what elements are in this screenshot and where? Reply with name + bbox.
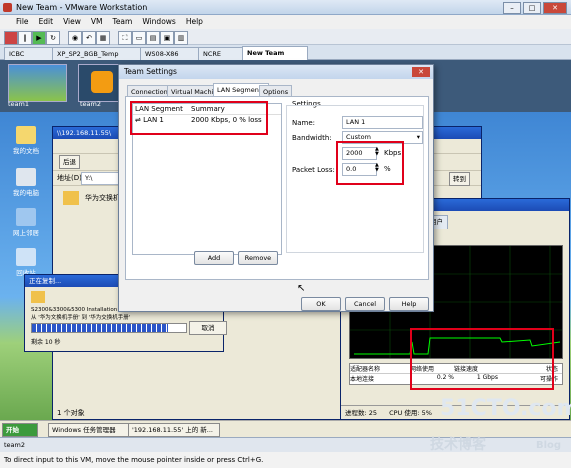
vm-tab-bar: ICBC XP_SP2_BGB_Temp WS08-X86 NCRE New T… [0,45,571,61]
highlight-segment-list [130,101,268,135]
power-on-icon[interactable]: ▶ [32,31,46,45]
explorer-status: 1 个对象 [57,409,85,417]
appliance-view-icon[interactable]: ▥ [174,31,188,45]
taskbar-item-taskmgr[interactable]: Windows 任务管理器 [48,423,132,437]
copy-animation-icon [31,291,45,303]
desktop-icon-recycle-bin[interactable]: 回收站 [2,248,50,277]
revert-icon[interactable]: ↶ [82,31,96,45]
console-view-icon[interactable]: ▣ [160,31,174,45]
packet-loss-label: Packet Loss: [292,166,335,174]
tab-new-team[interactable]: New Team [242,46,308,61]
vmware-logo [91,71,113,93]
help-button[interactable]: Help [389,297,429,311]
power-off-icon[interactable] [4,31,18,45]
team-settings-dialog: Team Settings ✕ Connections Virtual Mach… [118,64,434,312]
watermark-brand: 51CTO.com [440,396,571,421]
desktop-icon-my-documents[interactable]: 我的文档 [2,126,50,155]
tab-ws08[interactable]: WS08-X86 [140,47,206,61]
cpu-usage: CPU 使用: 5% [389,409,432,417]
menu-vm[interactable]: VM [91,15,103,29]
watermark-blog: 技术博客 [430,437,486,453]
thumb-label-team1: team1 [8,100,29,108]
vm-thumbnail-team1[interactable] [8,64,67,102]
input-hint: To direct input to this VM, move the mou… [0,452,571,468]
start-button[interactable]: 开始 [2,423,38,437]
menu-help[interactable]: Help [186,15,203,29]
ok-button[interactable]: OK [301,297,341,311]
suspend-icon[interactable]: ‖ [18,31,32,45]
snapshot-manager-icon[interactable]: ▦ [96,31,110,45]
minimize-button[interactable]: – [503,2,521,14]
reset-icon[interactable]: ↻ [46,31,60,45]
name-label: Name: [292,119,316,127]
copy-cancel-button[interactable]: 取消 [189,321,227,335]
full-screen-icon[interactable]: ⛶ [118,31,132,45]
menu-view[interactable]: View [63,15,81,29]
taskbar-item-explorer[interactable]: '192.168.11.55' 上的 新... [128,423,220,437]
close-button[interactable]: ✕ [543,2,567,14]
folder-name[interactable]: 华为交换机 [85,193,120,203]
go-button[interactable]: 转到 [449,172,470,186]
col-adapter[interactable]: 适配器名称 [350,364,410,373]
highlight-network-usage [410,328,554,390]
window-title: New Team - VMware Workstation [16,3,148,12]
toolbar: ‖ ▶ ↻ ◉ ↶ ▦ ⛶ ▭ ▤ ▣ ▥ [0,29,571,45]
copy-progress-fill [32,324,168,332]
remove-button[interactable]: Remove [238,251,278,265]
copy-from-to: 从 '华为文换机手册' 到 '华为交换机手册' [31,315,131,321]
dialog-title: Team Settings [119,65,433,79]
back-button[interactable]: 后退 [59,155,80,169]
bandwidth-label: Bandwidth: [292,134,332,142]
address-label: 地址(D) [57,174,82,182]
menu-windows[interactable]: Windows [142,15,175,29]
add-button[interactable]: Add [194,251,234,265]
menu-team[interactable]: Team [113,15,133,29]
mouse-cursor-icon: ↖ [297,283,306,294]
menu-file[interactable]: File [16,15,29,29]
lan-segments-panel: LAN Segment Summary ⇌ LAN 1 2000 Kbps, 0… [125,96,429,280]
chevron-down-icon: ▾ [416,133,420,141]
vmware-icon [3,3,12,12]
process-count: 进程数: 25 [345,409,378,417]
thumb-label-team2: team2 [80,100,101,108]
copy-remaining: 剩余 10 秒 [31,339,61,346]
copy-progress-bar [31,323,187,333]
folder-icon [63,191,79,205]
name-input[interactable]: LAN 1 [342,116,423,129]
tab-xp-sp2[interactable]: XP_SP2_BGB_Temp [52,47,148,61]
desktop-icon-network[interactable]: 网上邻居 [2,208,50,237]
window-titlebar: New Team - VMware Workstation – □ ✕ [0,0,571,15]
watermark-blog-en: Blog [536,440,562,451]
vm-status-label: team2 [4,441,25,449]
dialog-close-button[interactable]: ✕ [412,67,430,77]
menu-bar: File Edit View VM Team Windows Help [0,15,571,29]
summary-view-icon[interactable]: ▤ [146,31,160,45]
snapshot-icon[interactable]: ◉ [68,31,82,45]
menu-edit[interactable]: Edit [39,15,54,29]
cancel-button[interactable]: Cancel [345,297,385,311]
maximize-button[interactable]: □ [523,2,541,14]
highlight-bandwidth-loss [336,141,404,185]
quick-switch-icon[interactable]: ▭ [132,31,146,45]
desktop-icon-my-computer[interactable]: 我的电脑 [2,168,50,197]
